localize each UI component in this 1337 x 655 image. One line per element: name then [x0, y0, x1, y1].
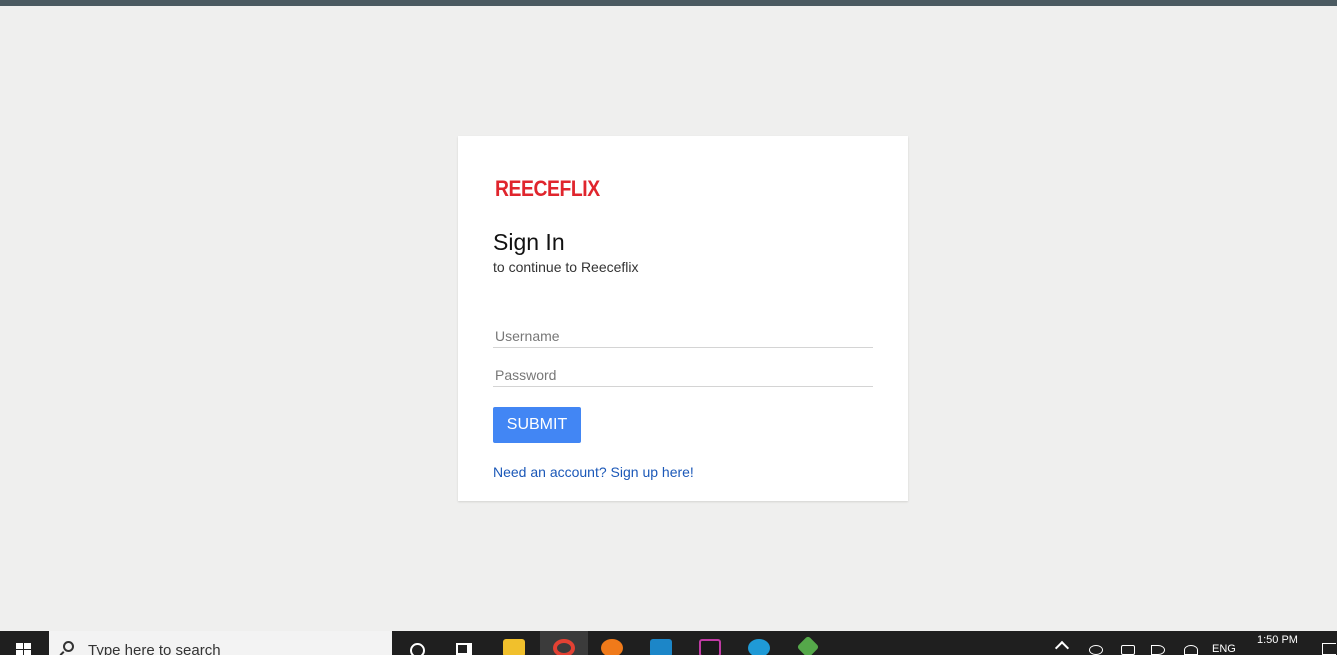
taskbar-clock[interactable]: 1:50 PM — [1257, 634, 1298, 646]
windows-logo-icon — [16, 643, 32, 655]
page-title: Sign In — [493, 229, 565, 255]
language-indicator[interactable]: ENG — [1212, 643, 1236, 655]
taskbar-git[interactable] — [784, 631, 832, 655]
firefox-icon — [601, 639, 623, 655]
show-hidden-icons-chevron-icon[interactable] — [1054, 640, 1070, 655]
reeceflix-logo: REECEFLIX — [495, 176, 600, 201]
sign-in-card: REECEFLIX Sign In to continue to Reecefl… — [458, 136, 908, 501]
start-button[interactable] — [0, 631, 48, 655]
chrome-icon — [553, 639, 575, 655]
search-placeholder: Type here to search — [88, 642, 221, 655]
browser-top-bar — [0, 0, 1337, 6]
taskbar-file-explorer[interactable] — [490, 631, 538, 655]
task-view-icon — [456, 643, 472, 655]
intellij-icon — [699, 639, 721, 655]
taskbar-intellij[interactable] — [686, 631, 734, 655]
taskbar-search-box[interactable]: Type here to search — [49, 631, 392, 655]
battery-icon[interactable] — [1121, 645, 1135, 655]
onedrive-icon[interactable] — [1089, 645, 1103, 655]
edge-icon — [748, 639, 770, 655]
taskbar-firefox[interactable] — [588, 631, 636, 655]
signup-link[interactable]: Need an account? Sign up here! — [493, 464, 694, 480]
git-icon — [796, 635, 820, 655]
cortana-icon — [410, 643, 425, 655]
task-view-button[interactable] — [440, 631, 488, 655]
submit-button[interactable]: SUBMIT — [493, 407, 581, 443]
username-input[interactable] — [493, 324, 873, 348]
cortana-button[interactable] — [394, 631, 442, 655]
taskbar-app[interactable] — [637, 631, 685, 655]
notifications-icon[interactable] — [1322, 643, 1336, 655]
taskbar-chrome[interactable] — [540, 631, 588, 655]
search-icon — [63, 641, 74, 652]
taskbar-edge[interactable] — [735, 631, 783, 655]
file-explorer-icon — [503, 639, 525, 655]
password-input[interactable] — [493, 363, 873, 387]
page-subtitle: to continue to Reeceflix — [493, 259, 639, 275]
app-icon — [650, 639, 672, 655]
windows-taskbar: Type here to search ENG 1:50 PM — [0, 631, 1337, 655]
wifi-icon[interactable] — [1184, 645, 1198, 655]
volume-icon[interactable] — [1151, 645, 1165, 655]
